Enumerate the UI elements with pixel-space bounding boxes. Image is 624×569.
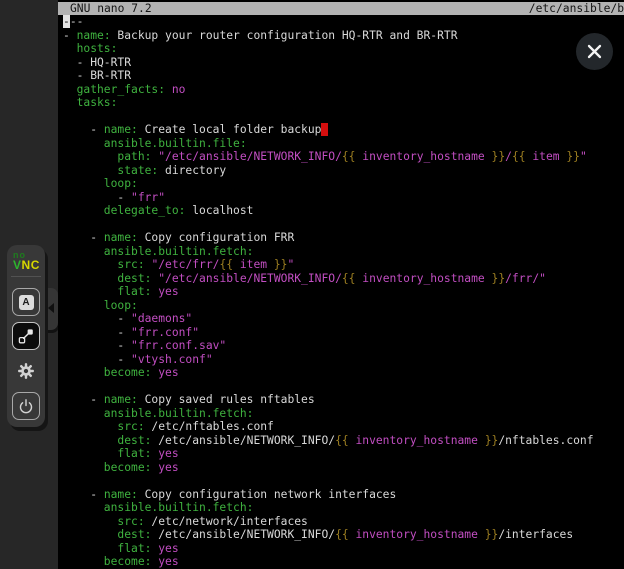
code-line: ---: [63, 15, 624, 29]
logo-divider: [11, 276, 41, 277]
code-line: - name: Copy configuration network inter…: [63, 488, 624, 502]
code-line: - name: Copy saved rules nftables: [63, 393, 624, 407]
nano-titlebar: GNU nano 7.2 /etc/ansible/b: [58, 2, 624, 15]
power-icon: [15, 395, 37, 417]
code-line: - "vtysh.conf": [63, 353, 624, 367]
code-line: [63, 380, 624, 394]
keyboard-a-icon: A: [19, 295, 34, 310]
code-line: flat: yes: [63, 447, 624, 461]
code-line: ansible.builtin.fetch:: [63, 501, 624, 515]
code-line: [63, 474, 624, 488]
extra-keys-button[interactable]: A: [12, 288, 40, 316]
code-line: flat: yes: [63, 285, 624, 299]
code-line: flat: yes: [63, 542, 624, 556]
code-line: - BR-RTR: [63, 69, 624, 83]
code-line: [63, 218, 624, 232]
code-line: - name: Create local folder backup: [63, 123, 624, 137]
novnc-logo: no VNC: [7, 245, 45, 271]
code-line: delegate_to: localhost: [63, 204, 624, 218]
code-line: loop:: [63, 177, 624, 191]
code-line: src: /etc/nftables.conf: [63, 420, 624, 434]
code-line: - "frr.conf.sav": [63, 339, 624, 353]
code-line: src: "/etc/frr/{{ item }}": [63, 258, 624, 272]
novnc-logo-vnc: VNC: [13, 259, 45, 271]
code-line: ansible.builtin.file:: [63, 137, 624, 151]
code-line: dest: "/etc/ansible/NETWORK_INFO/{{ inve…: [63, 272, 624, 286]
code-line: tasks:: [63, 96, 624, 110]
code-line: loop:: [63, 299, 624, 313]
novnc-sidebar: no VNC A: [0, 0, 58, 569]
code-line: state: directory: [63, 164, 624, 178]
code-line: gather_facts: no: [63, 83, 624, 97]
code-line: hosts:: [63, 42, 624, 56]
code-line: become: yes: [63, 555, 624, 569]
gear-icon: [14, 359, 38, 383]
code-line: src: /etc/network/interfaces: [63, 515, 624, 529]
novnc-control-panel: no VNC A: [7, 245, 45, 427]
settings-button[interactable]: [12, 357, 40, 385]
sidebar-handle[interactable]: [44, 288, 58, 330]
fullscreen-button[interactable]: [12, 322, 40, 350]
code-line: dest: /etc/ansible/NETWORK_INFO/{{ inven…: [63, 528, 624, 542]
nano-file-path: /etc/ansible/b: [529, 2, 624, 15]
code-line: [63, 110, 624, 124]
collapse-arrow-icon: [48, 303, 54, 313]
code-line: - name: Backup your router configuration…: [63, 29, 624, 43]
close-button[interactable]: [576, 33, 613, 70]
code-line: - HQ-RTR: [63, 56, 624, 70]
fullscreen-icon: [16, 326, 36, 346]
code-line: ansible.builtin.fetch:: [63, 245, 624, 259]
nano-version: GNU nano 7.2: [70, 2, 152, 15]
code-line: become: yes: [63, 461, 624, 475]
code-line: - "frr.conf": [63, 326, 624, 340]
code-line: - "frr": [63, 191, 624, 205]
code-line: - "daemons": [63, 312, 624, 326]
vnc-terminal-screen[interactable]: GNU nano 7.2 /etc/ansible/b ---- name: B…: [58, 0, 624, 569]
code-line: - name: Copy configuration FRR: [63, 231, 624, 245]
code-line: become: yes: [63, 366, 624, 380]
editor-content: ---- name: Backup your router configurat…: [58, 15, 624, 569]
code-line: ansible.builtin.fetch:: [63, 407, 624, 421]
code-line: dest: /etc/ansible/NETWORK_INFO/{{ inven…: [63, 434, 624, 448]
code-line: path: "/etc/ansible/NETWORK_INFO/{{ inve…: [63, 150, 624, 164]
disconnect-button[interactable]: [12, 392, 40, 420]
close-x-icon: [576, 33, 613, 70]
